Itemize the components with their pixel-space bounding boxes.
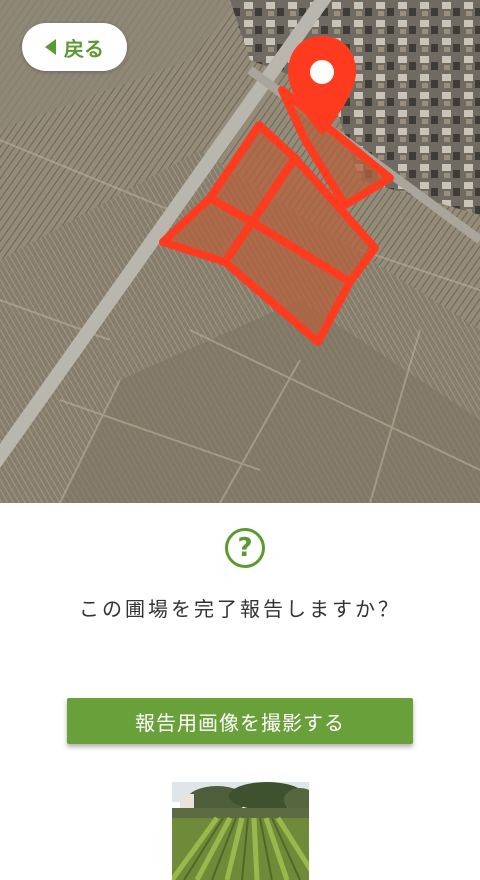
- back-button[interactable]: 戻る: [22, 23, 127, 71]
- question-circle-icon: ?: [225, 528, 265, 568]
- report-photo-thumbnail[interactable]: [172, 782, 309, 880]
- chevron-left-icon: [45, 39, 56, 55]
- map-canvas: [0, 0, 480, 503]
- satellite-map[interactable]: 戻る: [0, 0, 480, 503]
- confirm-question: この圃場を完了報告しますか？: [79, 597, 401, 621]
- back-button-label: 戻る: [64, 36, 104, 61]
- capture-report-image-button[interactable]: 報告用画像を撮影する: [67, 698, 413, 744]
